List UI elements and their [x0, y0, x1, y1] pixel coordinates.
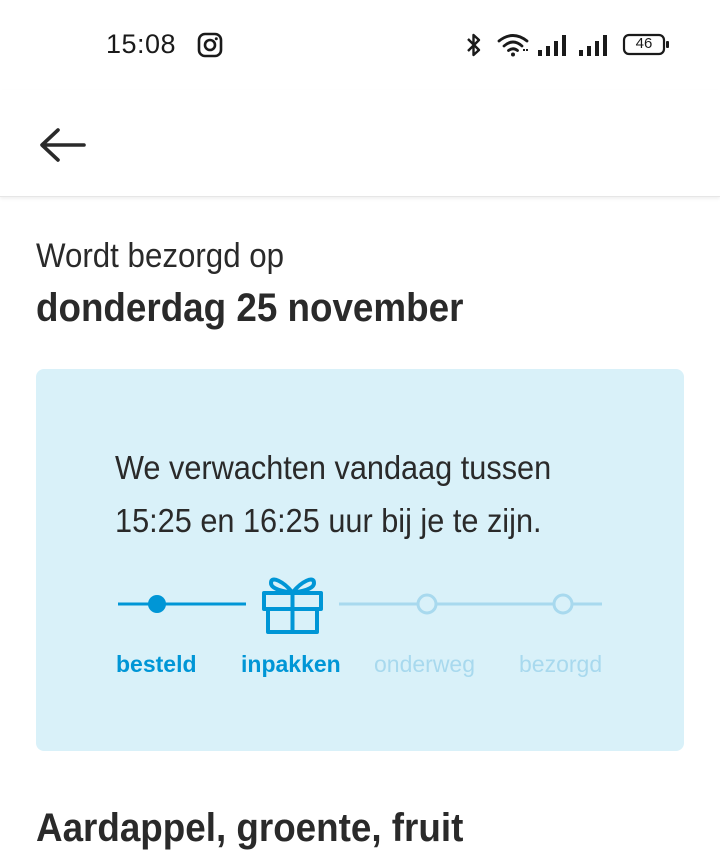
step-dot-besteld [148, 595, 166, 613]
gift-icon [262, 577, 323, 634]
status-bar: 15:08 46 [0, 0, 720, 90]
step-label-bezorgd: bezorgd [519, 651, 603, 677]
step-dot-bezorgd [552, 593, 574, 615]
battery-level: 46 [635, 35, 653, 52]
progress-tracker [118, 577, 602, 634]
signal-icon [578, 33, 612, 57]
signal-icon [537, 33, 571, 57]
instagram-icon [197, 32, 223, 58]
delivery-caption: Wordt bezorgd op [36, 237, 285, 275]
step-label-inpakken: inpakken [241, 651, 341, 677]
arrow-left-icon [40, 128, 86, 162]
delivery-eta-message: We verwachten vandaag tussen 15:25 en 16… [115, 441, 599, 547]
status-time: 15:08 [106, 29, 177, 59]
step-label-besteld: besteld [116, 651, 197, 677]
bluetooth-icon [463, 31, 485, 59]
step-dot-onderweg [416, 593, 438, 615]
delivery-date: donderdag 25 november [36, 286, 464, 330]
step-label-onderweg: onderweg [374, 651, 476, 677]
section-title: Aardappel, groente, fruit [36, 806, 464, 850]
wifi-icon [497, 33, 529, 57]
back-button[interactable] [30, 112, 96, 178]
delivery-status-card: We verwachten vandaag tussen 15:25 en 16… [36, 369, 684, 751]
eta-line-2: 15:25 en 16:25 uur bij je te zijn. [115, 502, 542, 539]
app-bar [0, 90, 720, 197]
eta-line-1: We verwachten vandaag tussen [115, 449, 552, 486]
